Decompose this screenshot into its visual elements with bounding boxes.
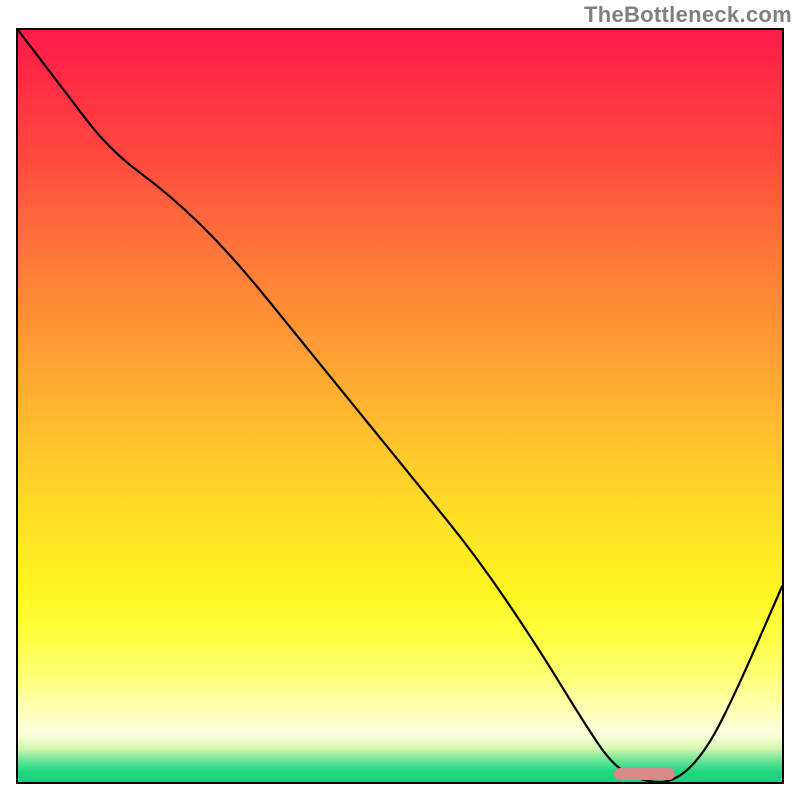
bottleneck-curve	[18, 30, 782, 782]
optimum-marker	[614, 768, 675, 780]
chart-container: TheBottleneck.com	[0, 0, 800, 800]
attribution-label: TheBottleneck.com	[584, 2, 792, 28]
plot-area	[16, 28, 784, 784]
curve-path	[18, 30, 782, 782]
